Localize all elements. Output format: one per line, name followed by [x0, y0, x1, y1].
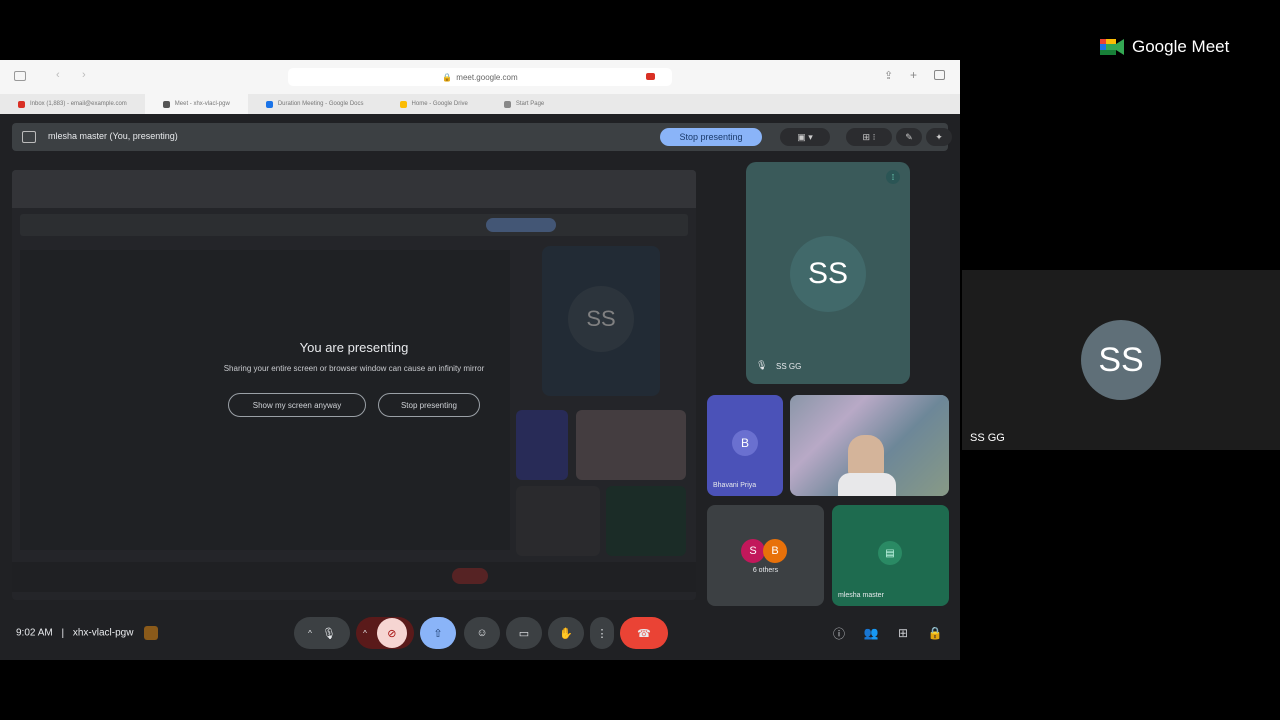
browser-window: ‹ › 🔒 meet.google.com ⇪ + Inbox (1,883) … [0, 60, 960, 114]
participant-name: mlesha master [838, 592, 884, 599]
tab-docs[interactable]: Duration Meeting - Google Docs [248, 100, 382, 108]
participant-name: SS GG [776, 362, 802, 371]
back-icon[interactable]: ‹ [56, 69, 60, 81]
people-icon[interactable]: 👥 [862, 624, 880, 642]
avatar: B [732, 430, 758, 456]
tab-strip: Inbox (1,883) - email@example.com Meet -… [0, 94, 960, 114]
pin-icon[interactable]: ✦ [926, 128, 952, 146]
sidebar-toggle-icon[interactable] [14, 71, 26, 81]
captions-icon: ▭ [518, 627, 530, 640]
share-icon[interactable]: ⇪ [884, 69, 893, 82]
audio-level-icon: ⁞ [886, 170, 900, 184]
more-vert-icon: ⋮ [596, 627, 608, 640]
stop-presenting-button[interactable]: Stop presenting [660, 128, 762, 146]
new-tab-icon[interactable]: + [910, 68, 917, 82]
host-controls-icon[interactable]: 🔒 [926, 624, 944, 642]
participant-tile-b[interactable]: B Bhavani Priya [707, 395, 783, 496]
effects-wand-icon[interactable]: ✎ [896, 128, 922, 146]
present-button[interactable]: ⇧ [420, 617, 456, 649]
meet-tab-icon [162, 100, 170, 108]
drive-icon [399, 100, 407, 108]
participant-tile-green[interactable]: ▤ mlesha master [832, 505, 949, 606]
participant-name: SS GG [970, 432, 1005, 444]
start-page-icon [503, 100, 511, 108]
show-screen-anyway-button[interactable]: Show my screen anyway [228, 393, 366, 417]
avatar-icon: ▤ [878, 541, 902, 565]
participant-video-body [838, 473, 896, 496]
gmail-icon [18, 100, 25, 108]
avatar: S [741, 539, 765, 563]
reactions-button[interactable]: ☺ [464, 617, 500, 649]
recording-badge-icon [144, 626, 159, 640]
others-count: 6 others [752, 567, 779, 574]
raise-hand-button[interactable]: ✋ [548, 617, 584, 649]
docs-icon [265, 100, 273, 108]
participant-camera-tile[interactable] [790, 395, 949, 496]
presentation-title: mlesha master (You, presenting) [48, 131, 178, 141]
info-icon[interactable]: ⓘ [830, 624, 848, 642]
present-icon: ⇧ [433, 627, 443, 640]
end-call-button[interactable]: ☎ [620, 617, 668, 649]
lock-icon: 🔒 [442, 72, 453, 82]
chevron-up-icon: ^ [363, 628, 367, 638]
screen-dim-overlay [12, 170, 696, 600]
camera-button[interactable]: ^ ⊘ [356, 617, 414, 649]
mic-icon: 🎙 [321, 627, 336, 640]
recording-icon [646, 73, 655, 80]
presentation-bar: mlesha master (You, presenting) Stop pre… [12, 123, 952, 151]
hand-icon: ✋ [559, 627, 573, 640]
forward-icon[interactable]: › [82, 69, 86, 81]
participant-name: Bhavani Priya [713, 482, 757, 489]
avatar: SS [790, 236, 866, 312]
mic-button[interactable]: ^ 🎙 [294, 617, 350, 649]
google-meet-brand: Google Meet [1132, 37, 1230, 56]
self-view-tile[interactable]: SS SS GG [962, 270, 1280, 450]
mic-off-icon: 🎙 [756, 360, 768, 370]
meeting-code: xhx-vlacl-pgw [72, 627, 134, 639]
tab-start-page[interactable]: Start Page [486, 100, 562, 108]
more-options-button[interactable]: ⋮ [590, 617, 614, 649]
meeting-time: 9:02 AM | xhx-vlacl-pgw [16, 626, 159, 640]
participant-tile-ss[interactable]: ⁞ SS 🎙 SS GG [746, 162, 910, 384]
hang-up-icon: ☎ [637, 627, 651, 640]
participant-video-face [848, 435, 884, 477]
activities-icon[interactable]: ⊞ [894, 624, 912, 642]
tab-meet[interactable]: Meet - xhx-vlacl-pgw [144, 94, 248, 114]
present-screen-icon [22, 131, 36, 143]
shared-screen-preview: SS You are presenting Sharing your entir… [12, 170, 696, 600]
infinity-mirror-warning: Sharing your entire screen or browser wi… [223, 364, 485, 373]
camera-off-icon: ⊘ [376, 618, 407, 648]
address-bar[interactable]: 🔒 meet.google.com [288, 68, 672, 86]
apps-grid-icon[interactable]: ⊞ ⁝ [846, 128, 892, 146]
you-are-presenting-title: You are presenting [299, 340, 409, 355]
tab-drive[interactable]: Home - Google Drive [382, 100, 486, 108]
google-meet-logo: Google Meet [1100, 36, 1229, 58]
tab-overview-icon[interactable] [934, 70, 945, 80]
meet-window: mlesha master (You, presenting) Stop pre… [0, 114, 960, 660]
layout-options-icon[interactable]: ▣ ▾ [780, 128, 830, 146]
browser-toolbar: ‹ › 🔒 meet.google.com ⇪ + [0, 60, 960, 94]
avatar: B [763, 539, 787, 563]
chevron-up-icon: ^ [308, 628, 312, 638]
tab-inbox[interactable]: Inbox (1,883) - email@example.com [0, 100, 145, 108]
avatar: SS [1081, 320, 1161, 400]
meet-logo-icon [1100, 39, 1124, 55]
others-tile[interactable]: S B 6 others [707, 505, 824, 606]
url-text: meet.google.com [456, 72, 518, 82]
captions-button[interactable]: ▭ [506, 617, 542, 649]
stop-presenting-inline-button[interactable]: Stop presenting [378, 393, 480, 417]
emoji-icon: ☺ [476, 627, 488, 639]
